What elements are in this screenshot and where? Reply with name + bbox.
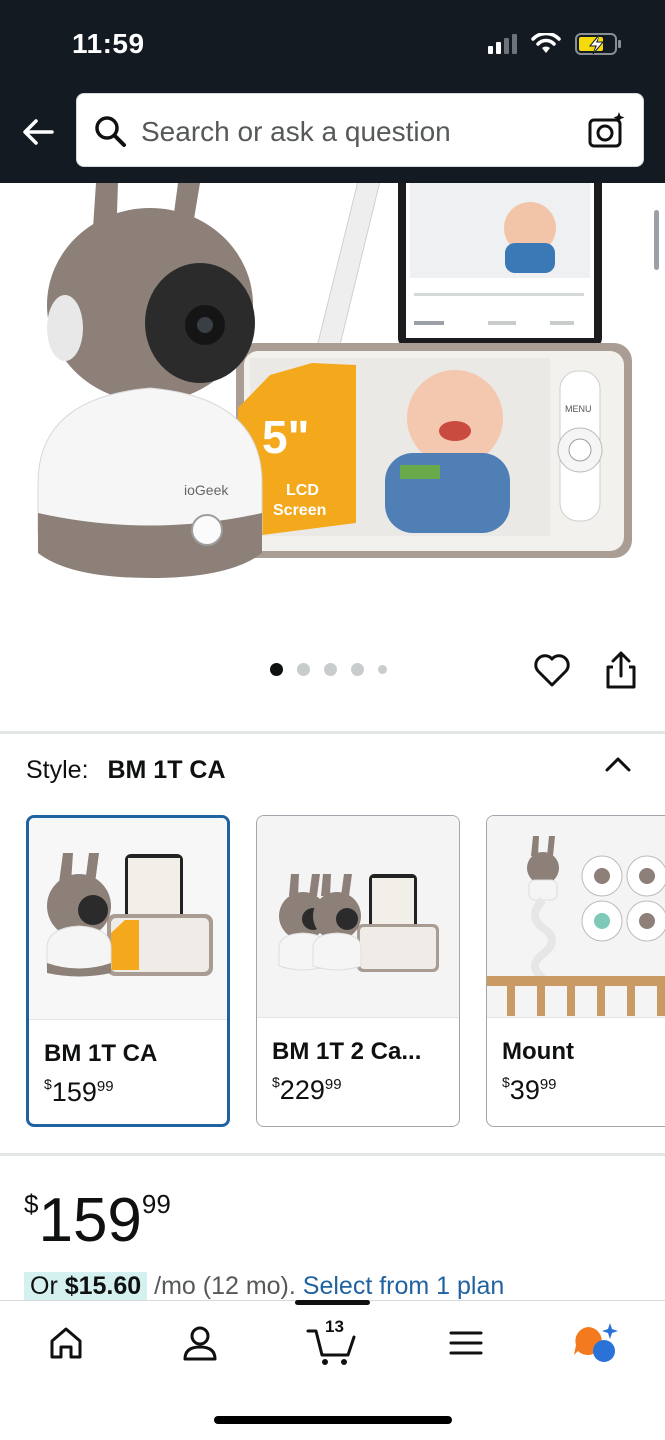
wifi-icon: [531, 33, 561, 53]
price-symbol: $: [272, 1074, 280, 1090]
style-option-thumbnail: [46, 853, 213, 977]
style-selected-value: BM 1T CA: [107, 756, 226, 784]
price-symbol: $: [502, 1074, 510, 1090]
product-photo: 5" LCD Screen MENU ioGeek: [37, 183, 632, 578]
style-option-price: $15999: [44, 1076, 114, 1108]
price-dollars: 229: [279, 1075, 325, 1105]
style-option-thumbnail: [278, 874, 439, 972]
select-plan-link[interactable]: Select from 1 plan: [303, 1272, 505, 1300]
search-icon: [95, 116, 126, 147]
style-option-card[interactable]: BM 1T CA $15999: [26, 815, 230, 1127]
installment-amount: $15.60: [64, 1272, 142, 1300]
back-arrow-icon[interactable]: [18, 112, 58, 152]
heart-icon[interactable]: [532, 650, 572, 690]
style-label: Style:: [26, 756, 89, 784]
chevron-up-icon[interactable]: [604, 754, 632, 774]
price-cents: 99: [539, 1076, 557, 1093]
svg-text:MENU: MENU: [565, 404, 592, 414]
rufus-icon[interactable]: [572, 1321, 620, 1365]
camera-search-icon[interactable]: [587, 111, 627, 151]
top-header: 11:59 Search or ask a question: [0, 0, 665, 183]
search-placeholder: Search or ask a question: [141, 116, 451, 147]
account-icon[interactable]: [180, 1323, 220, 1363]
style-selector-header[interactable]: Style: BM 1T CA: [26, 756, 226, 785]
style-option-price: $3999: [502, 1074, 557, 1106]
style-option-card[interactable]: Mount $3999: [486, 815, 665, 1127]
scroll-indicator: [654, 210, 659, 270]
installment-highlight: Or $15.60: [24, 1272, 148, 1300]
price-symbol: $: [24, 1189, 39, 1219]
installment-suffix: /mo (12 mo).: [147, 1272, 303, 1300]
price-symbol: $: [44, 1076, 52, 1092]
carousel-dot: [270, 663, 283, 676]
price-dollars: 159: [38, 1186, 142, 1255]
product-price: $15999: [24, 1185, 171, 1256]
carousel-dot: [351, 663, 364, 676]
svg-text:Screen: Screen: [273, 502, 326, 519]
price-cents: 99: [96, 1078, 114, 1095]
style-option-name: BM 1T 2 Ca...: [272, 1038, 422, 1065]
status-time: 11:59: [72, 28, 145, 59]
product-image-carousel[interactable]: 5" LCD Screen MENU ioGeek: [0, 183, 665, 613]
section-divider: [0, 731, 665, 734]
home-indicator: [214, 1416, 452, 1424]
price-dollars: 39: [509, 1075, 540, 1105]
svg-text:LCD: LCD: [286, 482, 319, 499]
svg-text:ioGeek: ioGeek: [184, 482, 229, 498]
svg-text:5": 5": [262, 411, 309, 463]
style-option-image: [29, 818, 227, 1020]
cellular-signal-icon: [488, 34, 517, 54]
style-option-image: [257, 816, 459, 1018]
installment-plan-text: Or $15.60 /mo (12 mo). Select from 1 pla…: [24, 1272, 504, 1301]
style-option-name: BM 1T CA: [44, 1040, 158, 1067]
home-icon[interactable]: [46, 1323, 86, 1363]
nav-active-indicator: [295, 1300, 370, 1305]
section-divider: [0, 1153, 665, 1156]
carousel-dot: [297, 663, 310, 676]
search-input[interactable]: Search or ask a question: [76, 93, 644, 167]
carousel-dot: [378, 665, 387, 674]
menu-icon[interactable]: [446, 1323, 486, 1363]
style-option-price: $22999: [272, 1074, 342, 1106]
cart-count-badge: 13: [325, 1317, 344, 1336]
price-dollars: 159: [51, 1077, 97, 1107]
style-option-name: Mount: [502, 1038, 574, 1065]
style-option-image: [487, 816, 665, 1018]
status-icons: [488, 32, 623, 56]
battery-charging-icon: [575, 33, 621, 55]
carousel-dot: [324, 663, 337, 676]
style-option-card[interactable]: BM 1T 2 Ca... $22999: [256, 815, 460, 1127]
price-cents: 99: [141, 1189, 171, 1219]
share-icon[interactable]: [603, 650, 639, 690]
price-cents: 99: [324, 1076, 342, 1093]
style-option-thumbnail: [487, 836, 665, 1016]
installment-prefix: Or: [30, 1272, 65, 1300]
carousel-dots: [270, 663, 387, 676]
